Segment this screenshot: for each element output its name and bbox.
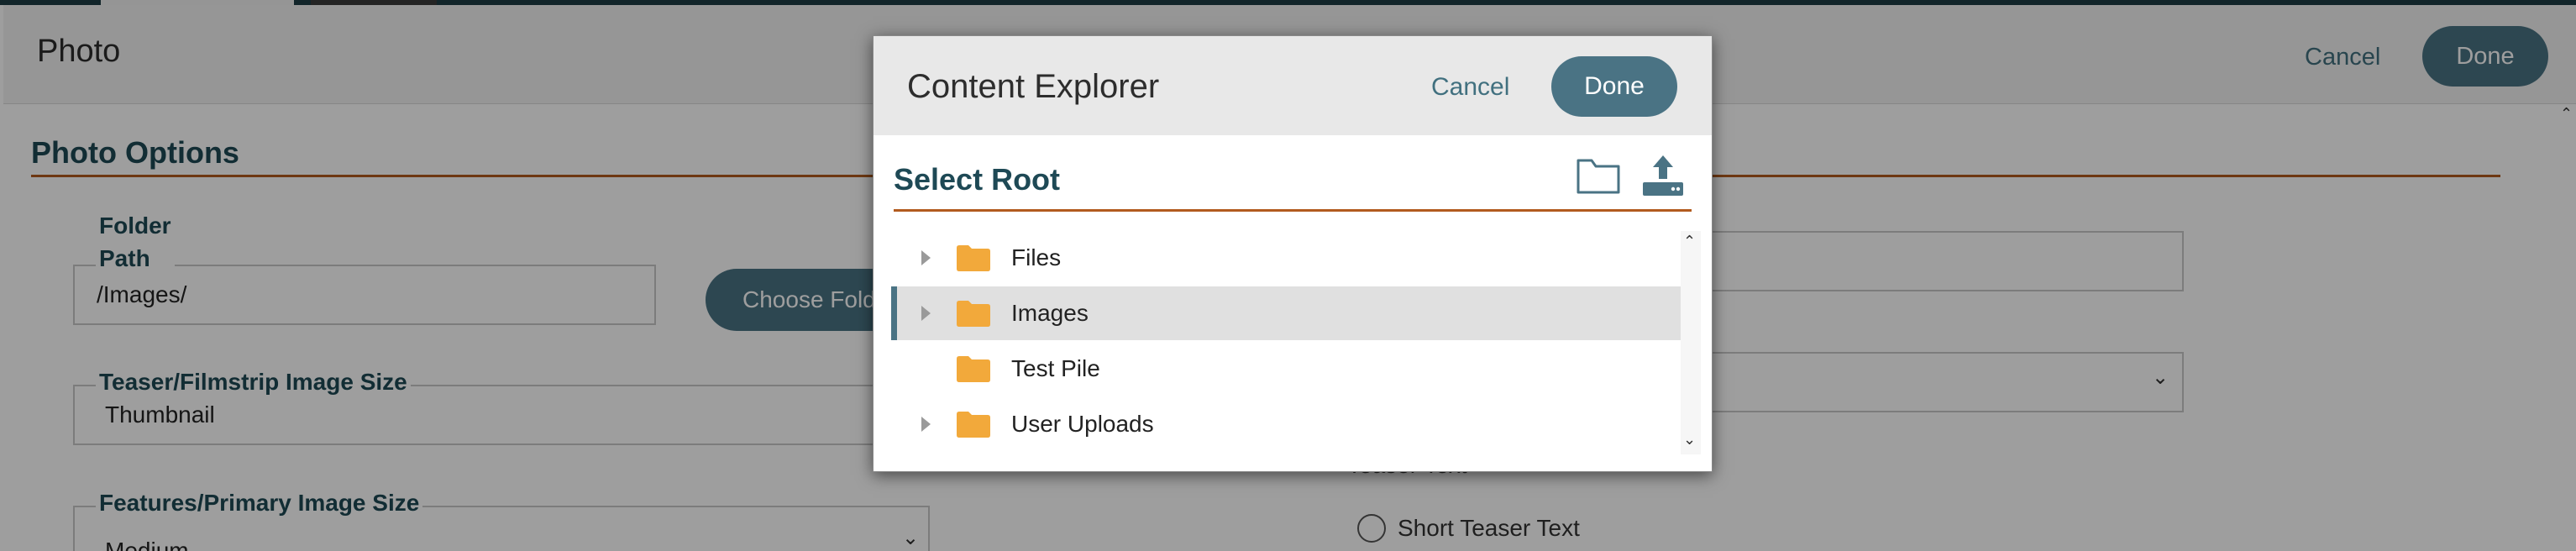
dialog-done-button[interactable]: Done	[1551, 56, 1677, 117]
folder-icon	[957, 412, 990, 438]
tree-item-label: Files	[1011, 244, 1062, 270]
tree-item-files[interactable]: Files	[891, 231, 1681, 285]
dialog-title: Content Explorer	[907, 68, 1160, 105]
caret-right-icon[interactable]	[921, 306, 931, 321]
tree-item-user-uploads[interactable]: User Uploads	[891, 397, 1681, 451]
tree-scrollbar[interactable]: ⌃ ⌄	[1681, 231, 1701, 454]
scroll-up-icon[interactable]: ⌃	[1683, 233, 1696, 250]
section-divider	[894, 209, 1692, 212]
tree-item-label: Images	[1011, 300, 1089, 326]
caret-right-icon[interactable]	[921, 250, 931, 265]
tree-item-label: User Uploads	[1011, 411, 1154, 437]
tree-item-label: Test Pile	[1011, 355, 1100, 381]
dialog-cancel-button[interactable]: Cancel	[1431, 73, 1509, 102]
new-folder-icon[interactable]	[1576, 154, 1621, 197]
caret-right-icon[interactable]	[921, 417, 931, 432]
folder-tree: Files Images Test Pile User Uploads	[891, 231, 1681, 454]
folder-icon	[957, 245, 990, 271]
folder-icon	[957, 301, 990, 327]
upload-icon[interactable]	[1640, 152, 1687, 199]
folder-icon	[957, 356, 990, 382]
content-explorer-dialog: Content Explorer Cancel Done Select Root…	[873, 35, 1713, 472]
select-root-title: Select Root	[894, 162, 1061, 197]
tree-item-test-pile[interactable]: Test Pile	[891, 342, 1681, 396]
scroll-down-icon[interactable]: ⌄	[1683, 431, 1696, 449]
tree-item-images[interactable]: Images	[891, 286, 1681, 340]
dialog-header: Content Explorer Cancel Done	[874, 36, 1712, 135]
